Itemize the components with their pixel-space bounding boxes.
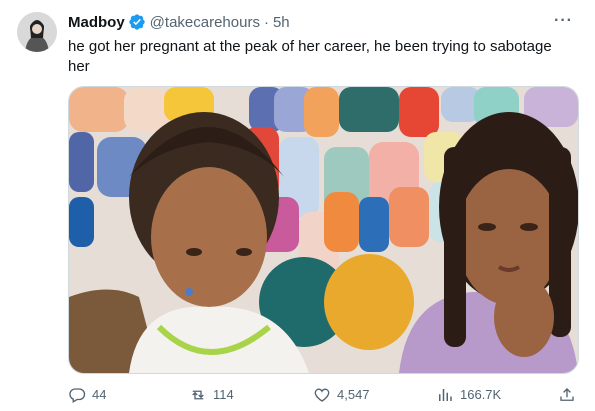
- more-icon[interactable]: ···: [554, 12, 573, 30]
- retweet-icon: [192, 390, 204, 400]
- verified-badge-icon: [128, 13, 146, 31]
- retweet-button[interactable]: 114: [189, 385, 234, 405]
- like-button[interactable]: 4,547: [313, 385, 370, 405]
- author-handle[interactable]: @takecarehours: [150, 14, 260, 31]
- retweet-count: 114: [213, 387, 234, 402]
- views-button[interactable]: 166.7K: [436, 385, 501, 405]
- like-count: 4,547: [337, 387, 370, 402]
- author-avatar[interactable]: [17, 12, 57, 52]
- tweet-card[interactable]: Madboy @takecarehours · 5h ··· he got he…: [0, 0, 595, 411]
- views-count: 166.7K: [460, 387, 502, 402]
- like-icon: [314, 388, 330, 402]
- tweet-text: he got her pregnant at the peak of her c…: [68, 38, 552, 75]
- reply-count: 44: [92, 387, 107, 402]
- tweet-time[interactable]: 5h: [273, 14, 290, 31]
- tweet-image[interactable]: [68, 86, 579, 374]
- tweet-actions: 44 114 4,547 166.7K: [68, 385, 580, 405]
- meta-separator: ·: [263, 13, 269, 31]
- reply-button[interactable]: 44: [68, 385, 106, 405]
- tweet-header: Madboy @takecarehours · 5h: [68, 13, 290, 31]
- reply-icon: [69, 388, 86, 403]
- views-icon: [439, 389, 452, 401]
- share-button[interactable]: [558, 385, 582, 405]
- share-icon: [560, 388, 574, 401]
- author-name[interactable]: Madboy: [68, 14, 125, 31]
